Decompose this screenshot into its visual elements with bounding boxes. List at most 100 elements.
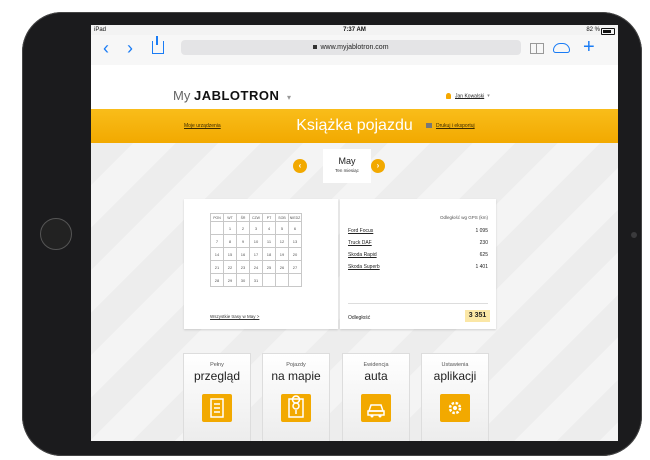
calendar-day[interactable]: 16 — [236, 247, 250, 261]
calendar-day[interactable]: 7 — [210, 234, 224, 248]
next-month-button[interactable]: › — [371, 159, 385, 173]
tile-subtitle: Pełny — [210, 362, 224, 368]
tile-full-overview[interactable]: Pełny przegląd — [183, 353, 251, 441]
screen: iPad 7:37 AM 82 % ‹ › www.myjablotron.co… — [91, 25, 618, 441]
calendar-day[interactable]: 1 — [223, 221, 237, 235]
user-name: Jan Kowalski — [455, 93, 485, 100]
calendar-day[interactable]: 20 — [288, 247, 302, 261]
calendar-day[interactable]: 24 — [249, 260, 263, 274]
logo-prefix: My — [173, 88, 191, 103]
chevron-down-icon: ▾ — [286, 93, 291, 102]
user-icon — [446, 93, 451, 99]
home-button[interactable] — [40, 218, 72, 250]
calendar-weekday: ŚR — [236, 213, 250, 222]
new-tab-icon[interactable]: + — [583, 37, 595, 57]
calendar-day[interactable]: 18 — [262, 247, 276, 261]
vehicle-name[interactable]: Skoda Superb — [348, 264, 380, 270]
logo[interactable]: My JABLOTRON ▾ — [173, 88, 291, 103]
site-header: My JABLOTRON ▾ Jan Kowalski ▾ — [91, 65, 618, 109]
tile-title: na mapie — [271, 369, 321, 383]
vehicle-distance: 230 — [479, 240, 488, 246]
tile-vehicles-map[interactable]: Pojazdy na mapie — [262, 353, 330, 441]
tile-app-settings[interactable]: Ustawienia aplikacji — [421, 353, 489, 441]
calendar-panel: PON WT ŚR CZW PT SOB NIEDZ 1 2 3 4 5 6 7 8 9 10 11 12 13 14… — [184, 199, 338, 329]
calendar-day[interactable]: 22 — [223, 260, 237, 274]
distance-header: Odległość wg GPS (km) — [439, 215, 488, 220]
month-name: May — [338, 156, 356, 166]
calendar-day[interactable]: 15 — [223, 247, 237, 261]
calendar-day[interactable]: 27 — [288, 260, 302, 274]
calendar-week: 7 8 9 10 11 12 13 — [210, 234, 302, 248]
vehicle-row[interactable]: Truck DAF 230 — [348, 240, 488, 249]
calendar-day[interactable]: 29 — [223, 273, 237, 287]
calendar-day[interactable]: 3 — [249, 221, 263, 235]
share-icon[interactable] — [152, 36, 164, 54]
vehicle-name[interactable]: Truck DAF — [348, 240, 372, 246]
calendar-day[interactable]: 17 — [249, 247, 263, 261]
gear-icon — [440, 394, 470, 422]
battery-icon — [601, 28, 615, 35]
url-bar[interactable]: www.myjablotron.com — [181, 40, 521, 55]
print-icon — [426, 123, 432, 129]
clock: 7:37 AM — [343, 27, 366, 33]
calendar-day[interactable]: 21 — [210, 260, 224, 274]
camera — [631, 232, 637, 238]
map-pin-icon — [281, 394, 311, 422]
month-selector: May Ten miesiąc — [323, 149, 371, 183]
tile-car-records[interactable]: Ewidencja auta — [342, 353, 410, 441]
forward-icon[interactable]: › — [127, 38, 133, 58]
calendar-day[interactable]: 9 — [236, 234, 250, 248]
calendar-day[interactable]: 11 — [262, 234, 276, 248]
calendar-day[interactable]: 8 — [223, 234, 237, 248]
total-value: 3 351 — [465, 310, 490, 322]
calendar-day[interactable]: 14 — [210, 247, 224, 261]
calendar-weekday: WT — [223, 213, 237, 222]
prev-month-button[interactable]: ‹ — [293, 159, 307, 173]
divider — [348, 303, 488, 304]
calendar-day[interactable]: 6 — [288, 221, 302, 235]
calendar-day[interactable]: 4 — [262, 221, 276, 235]
distance-panel: Odległość wg GPS (km) Ford Focus 1 095 T… — [340, 199, 496, 329]
calendar-day[interactable]: 2 — [236, 221, 250, 235]
calendar-week: 14 15 16 17 18 19 20 — [210, 247, 302, 261]
calendar-weekday: CZW — [249, 213, 263, 222]
calendar-day[interactable]: 13 — [288, 234, 302, 248]
print-export-link[interactable]: Drukuj i eksportuj — [426, 123, 475, 129]
calendar-week: 28 29 30 31 — [210, 273, 302, 287]
calendar-day — [210, 221, 224, 235]
vehicle-distance: 1 401 — [475, 264, 488, 270]
calendar-day[interactable]: 31 — [249, 273, 263, 287]
calendar-day[interactable]: 28 — [210, 273, 224, 287]
tile-title: auta — [364, 369, 388, 383]
cloud-icon[interactable] — [553, 43, 570, 53]
calendar-day[interactable]: 26 — [275, 260, 289, 274]
calendar-day — [288, 273, 302, 287]
calendar-day — [262, 273, 276, 287]
calendar-day[interactable]: 25 — [262, 260, 276, 274]
vehicle-distance: 625 — [479, 252, 488, 258]
browser-toolbar: ‹ › www.myjablotron.com + — [91, 35, 618, 74]
back-icon[interactable]: ‹ — [103, 38, 109, 58]
vehicle-distance: 1 095 — [475, 228, 488, 234]
vehicle-row[interactable]: Skoda Rapid 625 — [348, 252, 488, 261]
logo-name: JABLOTRON — [193, 88, 280, 103]
vehicle-row[interactable]: Skoda Superb 1 401 — [348, 264, 488, 273]
battery-percent: 82 % — [586, 27, 600, 33]
calendar-weekday: PT — [262, 213, 276, 222]
vehicle-name[interactable]: Skoda Rapid — [348, 252, 377, 258]
calendar-day[interactable]: 23 — [236, 260, 250, 274]
all-routes-link[interactable]: Wszystkie trasy w May > — [210, 314, 259, 319]
calendar-day[interactable]: 10 — [249, 234, 263, 248]
print-export-label: Drukuj i eksportuj — [436, 123, 475, 129]
calendar-day[interactable]: 30 — [236, 273, 250, 287]
status-bar: iPad 7:37 AM 82 % — [91, 25, 618, 35]
calendar-day[interactable]: 12 — [275, 234, 289, 248]
user-menu[interactable]: Jan Kowalski ▾ — [446, 93, 490, 99]
lock-icon — [313, 45, 318, 50]
calendar-day[interactable]: 5 — [275, 221, 289, 235]
vehicle-name[interactable]: Ford Focus — [348, 228, 373, 234]
calendar-day[interactable]: 19 — [275, 247, 289, 261]
reader-icon[interactable] — [530, 43, 544, 54]
vehicle-row[interactable]: Ford Focus 1 095 — [348, 228, 488, 237]
calendar-day — [275, 273, 289, 287]
